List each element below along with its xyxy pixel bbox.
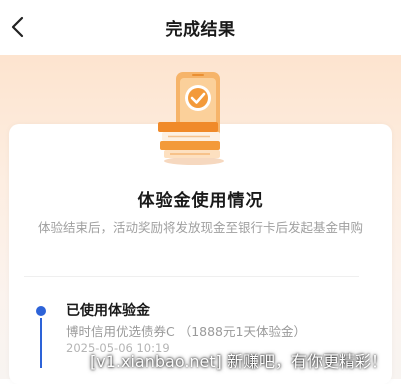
timeline-dot (36, 306, 46, 316)
divider (24, 276, 359, 277)
timeline-item-subtitle: 博时信用优选债券C （1888元1天体验金） (66, 324, 306, 339)
watermark-text: [v1.xianbao.net] 新赚吧，有你更精彩！ (90, 351, 387, 371)
card-title: 体验金使用情况 (137, 191, 264, 211)
page-title: 完成结果 (165, 20, 236, 40)
phone-check-receipt-icon (158, 72, 224, 165)
top-nav-bar: 完成结果 (0, 0, 401, 55)
timeline-item-title: 已使用体验金 (66, 303, 150, 319)
card-description: 体验结束后，活动奖励将发放现金至银行卡后发起基金申购 (37, 220, 363, 235)
